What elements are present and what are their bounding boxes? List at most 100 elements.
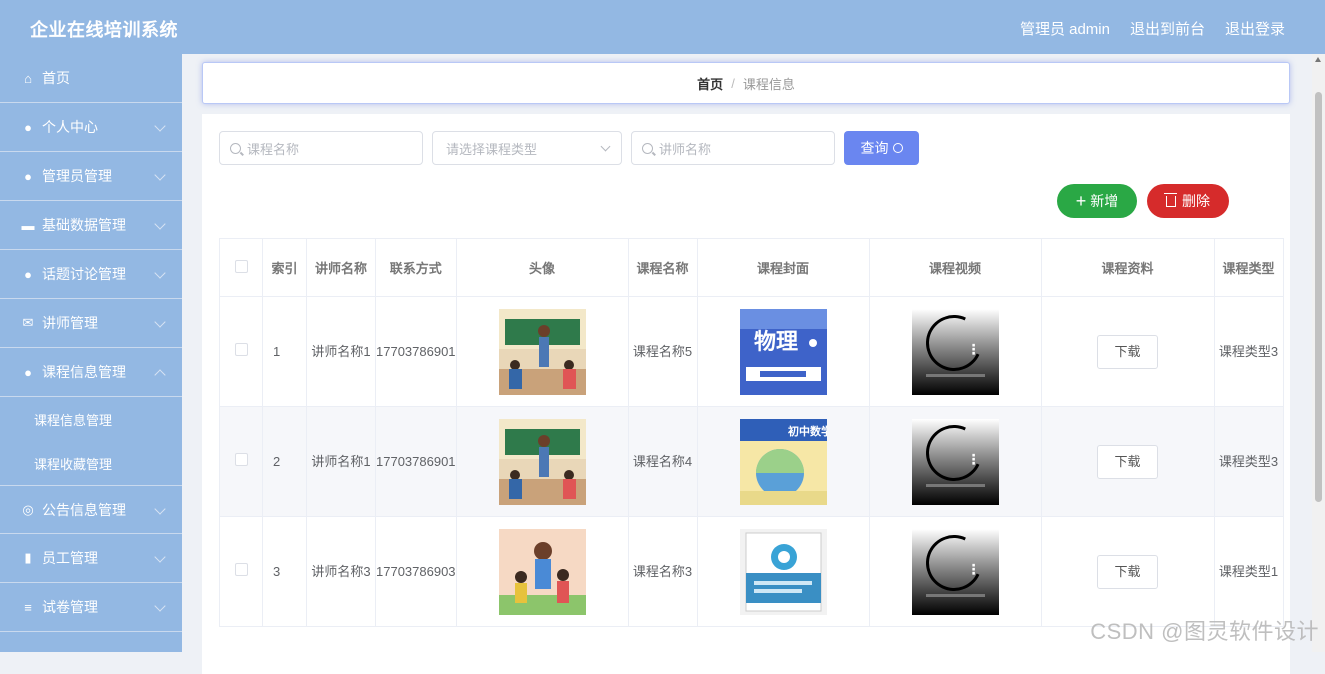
teacher-name-placeholder: 讲师名称	[659, 139, 711, 158]
video-cell: ⋮	[869, 517, 1041, 627]
table-header-row: 索引 讲师名称 联系方式 头像 课程名称 课程封面 课程视频 课程资料 课程类型	[220, 239, 1284, 297]
sidebar-item-label: 公告信息管理	[42, 500, 126, 520]
logout-link[interactable]: 退出登录	[1225, 18, 1285, 39]
back-to-front-link[interactable]: 退出到前台	[1130, 18, 1205, 39]
scroll-up-icon[interactable]	[1315, 57, 1321, 62]
database-icon: ▬	[20, 217, 36, 233]
top-header: 企业在线培训系统 管理员 admin 退出到前台 退出登录	[0, 0, 1325, 54]
course-panel: 课程名称 请选择课程类型 讲师名称 查询 + 新增 删除	[202, 114, 1290, 674]
download-button[interactable]: 下载	[1097, 555, 1158, 589]
breadcrumb: 首页 / 课程信息	[202, 62, 1290, 104]
watermark: CSDN @图灵软件设计	[1090, 614, 1319, 646]
query-button[interactable]: 查询	[844, 131, 919, 165]
cover-title-text: 物理	[754, 329, 798, 355]
sidebar-item-admins[interactable]: ● 管理员管理	[0, 152, 182, 201]
scrollbar-thumb[interactable]	[1315, 92, 1322, 502]
video-player[interactable]: ⋮	[912, 419, 999, 505]
sidebar: ⌂ 首页 ● 个人中心 ● 管理员管理 ▬ 基础数据管理 ● 话题讨论管理 ✉ …	[0, 54, 182, 652]
bulb-icon: ●	[20, 266, 36, 282]
video-player[interactable]: ⋮	[912, 529, 999, 615]
admin-user-link[interactable]: 管理员 admin	[1020, 18, 1110, 39]
phone-cell: 17703786903	[376, 517, 457, 627]
course-name-input[interactable]: 课程名称	[219, 131, 423, 165]
sidebar-item-teachers[interactable]: ✉ 讲师管理	[0, 299, 182, 348]
delete-button[interactable]: 删除	[1147, 184, 1229, 218]
course-type-cell: 课程类型3	[1214, 407, 1283, 517]
sidebar-item-label: 员工管理	[42, 548, 98, 568]
search-icon	[642, 143, 653, 154]
row-select-cell	[220, 297, 263, 407]
more-icon[interactable]: ⋮	[967, 567, 981, 571]
table-row: 1 讲师名称1 17703786901 课程名称5 物理	[220, 297, 1284, 407]
video-progress-bar[interactable]	[926, 484, 985, 487]
chevron-down-icon	[154, 600, 165, 611]
video-player[interactable]: ⋮	[912, 309, 999, 395]
chevron-down-icon	[154, 503, 165, 514]
column-header: 联系方式	[376, 239, 457, 297]
sidebar-item-label: 讲师管理	[42, 313, 98, 333]
row-select-cell	[220, 517, 263, 627]
teacher-name-input[interactable]: 讲师名称	[631, 131, 835, 165]
course-type-cell: 课程类型3	[1214, 297, 1283, 407]
download-button[interactable]: 下载	[1097, 335, 1158, 369]
index-cell: 3	[263, 517, 307, 627]
avatar[interactable]	[499, 529, 586, 615]
avatar[interactable]	[499, 419, 586, 505]
avatar[interactable]	[499, 309, 586, 395]
select-all-checkbox[interactable]	[235, 260, 248, 273]
more-icon[interactable]: ⋮	[967, 457, 981, 461]
compass-icon: ◎	[20, 502, 36, 518]
material-cell: 下载	[1041, 297, 1214, 407]
add-label: 新增	[1090, 191, 1118, 211]
chevron-down-icon	[154, 267, 165, 278]
column-header: 索引	[263, 239, 307, 297]
chevron-down-icon	[601, 142, 611, 152]
sidebar-item-label: 基础数据管理	[42, 215, 126, 235]
course-type-select[interactable]: 请选择课程类型	[432, 131, 622, 165]
chevron-down-icon	[154, 551, 165, 562]
user-icon: ●	[20, 364, 36, 380]
sidebar-item-label: 课程信息管理	[42, 362, 126, 382]
column-header: 课程封面	[697, 239, 869, 297]
sidebar-item-employees[interactable]: ▮ 员工管理	[0, 534, 182, 583]
course-type-cell: 课程类型1	[1214, 517, 1283, 627]
material-cell: 下载	[1041, 517, 1214, 627]
course-cover[interactable]	[740, 529, 827, 615]
user-icon: ●	[20, 119, 36, 135]
course-cover[interactable]: 物理	[740, 309, 827, 395]
list-icon: ≡	[20, 599, 36, 615]
sidebar-item-home[interactable]: ⌂ 首页	[0, 54, 182, 103]
download-button[interactable]: 下载	[1097, 445, 1158, 479]
chevron-down-icon	[154, 316, 165, 327]
page-scrollbar[interactable]	[1312, 54, 1325, 652]
admin-icon: ●	[20, 168, 36, 184]
more-icon[interactable]: ⋮	[967, 347, 981, 351]
row-checkbox[interactable]	[235, 453, 248, 466]
sidebar-item-courses[interactable]: ● 课程信息管理	[0, 348, 182, 397]
bar-chart-icon: ▮	[20, 550, 36, 566]
row-checkbox[interactable]	[235, 343, 248, 356]
sidebar-item-topics[interactable]: ● 话题讨论管理	[0, 250, 182, 299]
row-checkbox[interactable]	[235, 563, 248, 576]
sidebar-item-exams[interactable]: ≡ 试卷管理	[0, 583, 182, 632]
chevron-down-icon	[154, 169, 165, 180]
course-name-cell: 课程名称4	[628, 407, 697, 517]
sidebar-item-basic-data[interactable]: ▬ 基础数据管理	[0, 201, 182, 250]
course-cover[interactable]: 初中数学	[740, 419, 827, 505]
search-icon	[230, 143, 241, 154]
sidebar-item-label: 话题讨论管理	[42, 264, 126, 284]
sidebar-subitem-course-info[interactable]: 课程信息管理	[0, 397, 182, 441]
chevron-down-icon	[154, 120, 165, 131]
column-header: 头像	[456, 239, 628, 297]
sidebar-item-label: 首页	[42, 68, 70, 88]
breadcrumb-home[interactable]: 首页	[697, 74, 723, 93]
course-name-cell: 课程名称3	[628, 517, 697, 627]
sidebar-item-notices[interactable]: ◎ 公告信息管理	[0, 485, 182, 534]
video-progress-bar[interactable]	[926, 374, 985, 377]
sidebar-item-personal[interactable]: ● 个人中心	[0, 103, 182, 152]
sidebar-item-label: 试卷管理	[42, 597, 98, 617]
delete-label: 删除	[1182, 191, 1210, 211]
add-button[interactable]: + 新增	[1057, 184, 1137, 218]
sidebar-subitem-course-favorites[interactable]: 课程收藏管理	[0, 441, 182, 485]
video-progress-bar[interactable]	[926, 594, 985, 597]
